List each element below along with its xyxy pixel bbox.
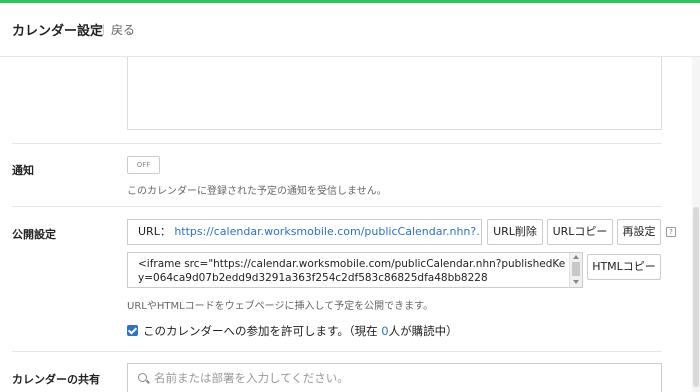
description-textarea[interactable] [127, 57, 662, 130]
copy-url-button[interactable]: URLコピー [547, 219, 613, 245]
back-link[interactable]: 戻る [111, 21, 135, 38]
notification-toggle[interactable]: OFF [127, 156, 160, 174]
allow-label-prefix: このカレンダーへの参加を許可します。（現在 [143, 324, 382, 338]
allow-subscribe-checkbox[interactable] [127, 325, 138, 336]
page-scroll-thumb[interactable] [693, 207, 699, 387]
section-divider [12, 143, 662, 144]
delete-url-button[interactable]: URL削除 [487, 219, 543, 245]
subscriber-count: 0 [381, 324, 389, 338]
share-search-input[interactable] [154, 368, 644, 388]
page-header: カレンダー設定 戻る [0, 3, 700, 57]
help-icon[interactable]: ? [666, 227, 676, 237]
scroll-down-icon[interactable] [573, 280, 579, 284]
reset-button[interactable]: 再設定 [617, 219, 661, 245]
html-code-field[interactable]: <iframe src="https://calendar.worksmobil… [127, 252, 583, 288]
public-hint: URLやHTMLコードをウェブページに挿入して予定を公開できます。 [127, 301, 434, 312]
public-url-link[interactable]: https://calendar.worksmobile.com/publicC… [174, 225, 481, 238]
share-label: カレンダーの共有 [12, 373, 100, 386]
url-prefix: URL： [138, 225, 171, 238]
scroll-thumb[interactable] [572, 262, 580, 276]
notification-hint: このカレンダーに登録された予定の通知を受信しません。 [127, 186, 387, 197]
allow-subscribe-label: このカレンダーへの参加を許可します。（現在 0人が購読中） [143, 323, 458, 339]
public-url-field[interactable]: URL： https://calendar.worksmobile.com/pu… [127, 219, 482, 245]
page-scrollbar[interactable] [692, 57, 700, 392]
allow-label-suffix: 人が購読中） [388, 324, 458, 338]
public-settings-label: 公開設定 [12, 228, 56, 241]
notification-label: 通知 [12, 164, 34, 177]
copy-html-button[interactable]: HTMLコピー [587, 254, 661, 280]
share-search-box[interactable] [127, 363, 662, 392]
header-divider [103, 24, 104, 35]
html-code-scrollbar[interactable] [569, 253, 582, 287]
search-icon [138, 373, 147, 382]
page-title: カレンダー設定 [12, 24, 104, 39]
section-divider [12, 206, 662, 207]
section-divider [12, 351, 662, 352]
scroll-up-icon[interactable] [573, 255, 579, 259]
